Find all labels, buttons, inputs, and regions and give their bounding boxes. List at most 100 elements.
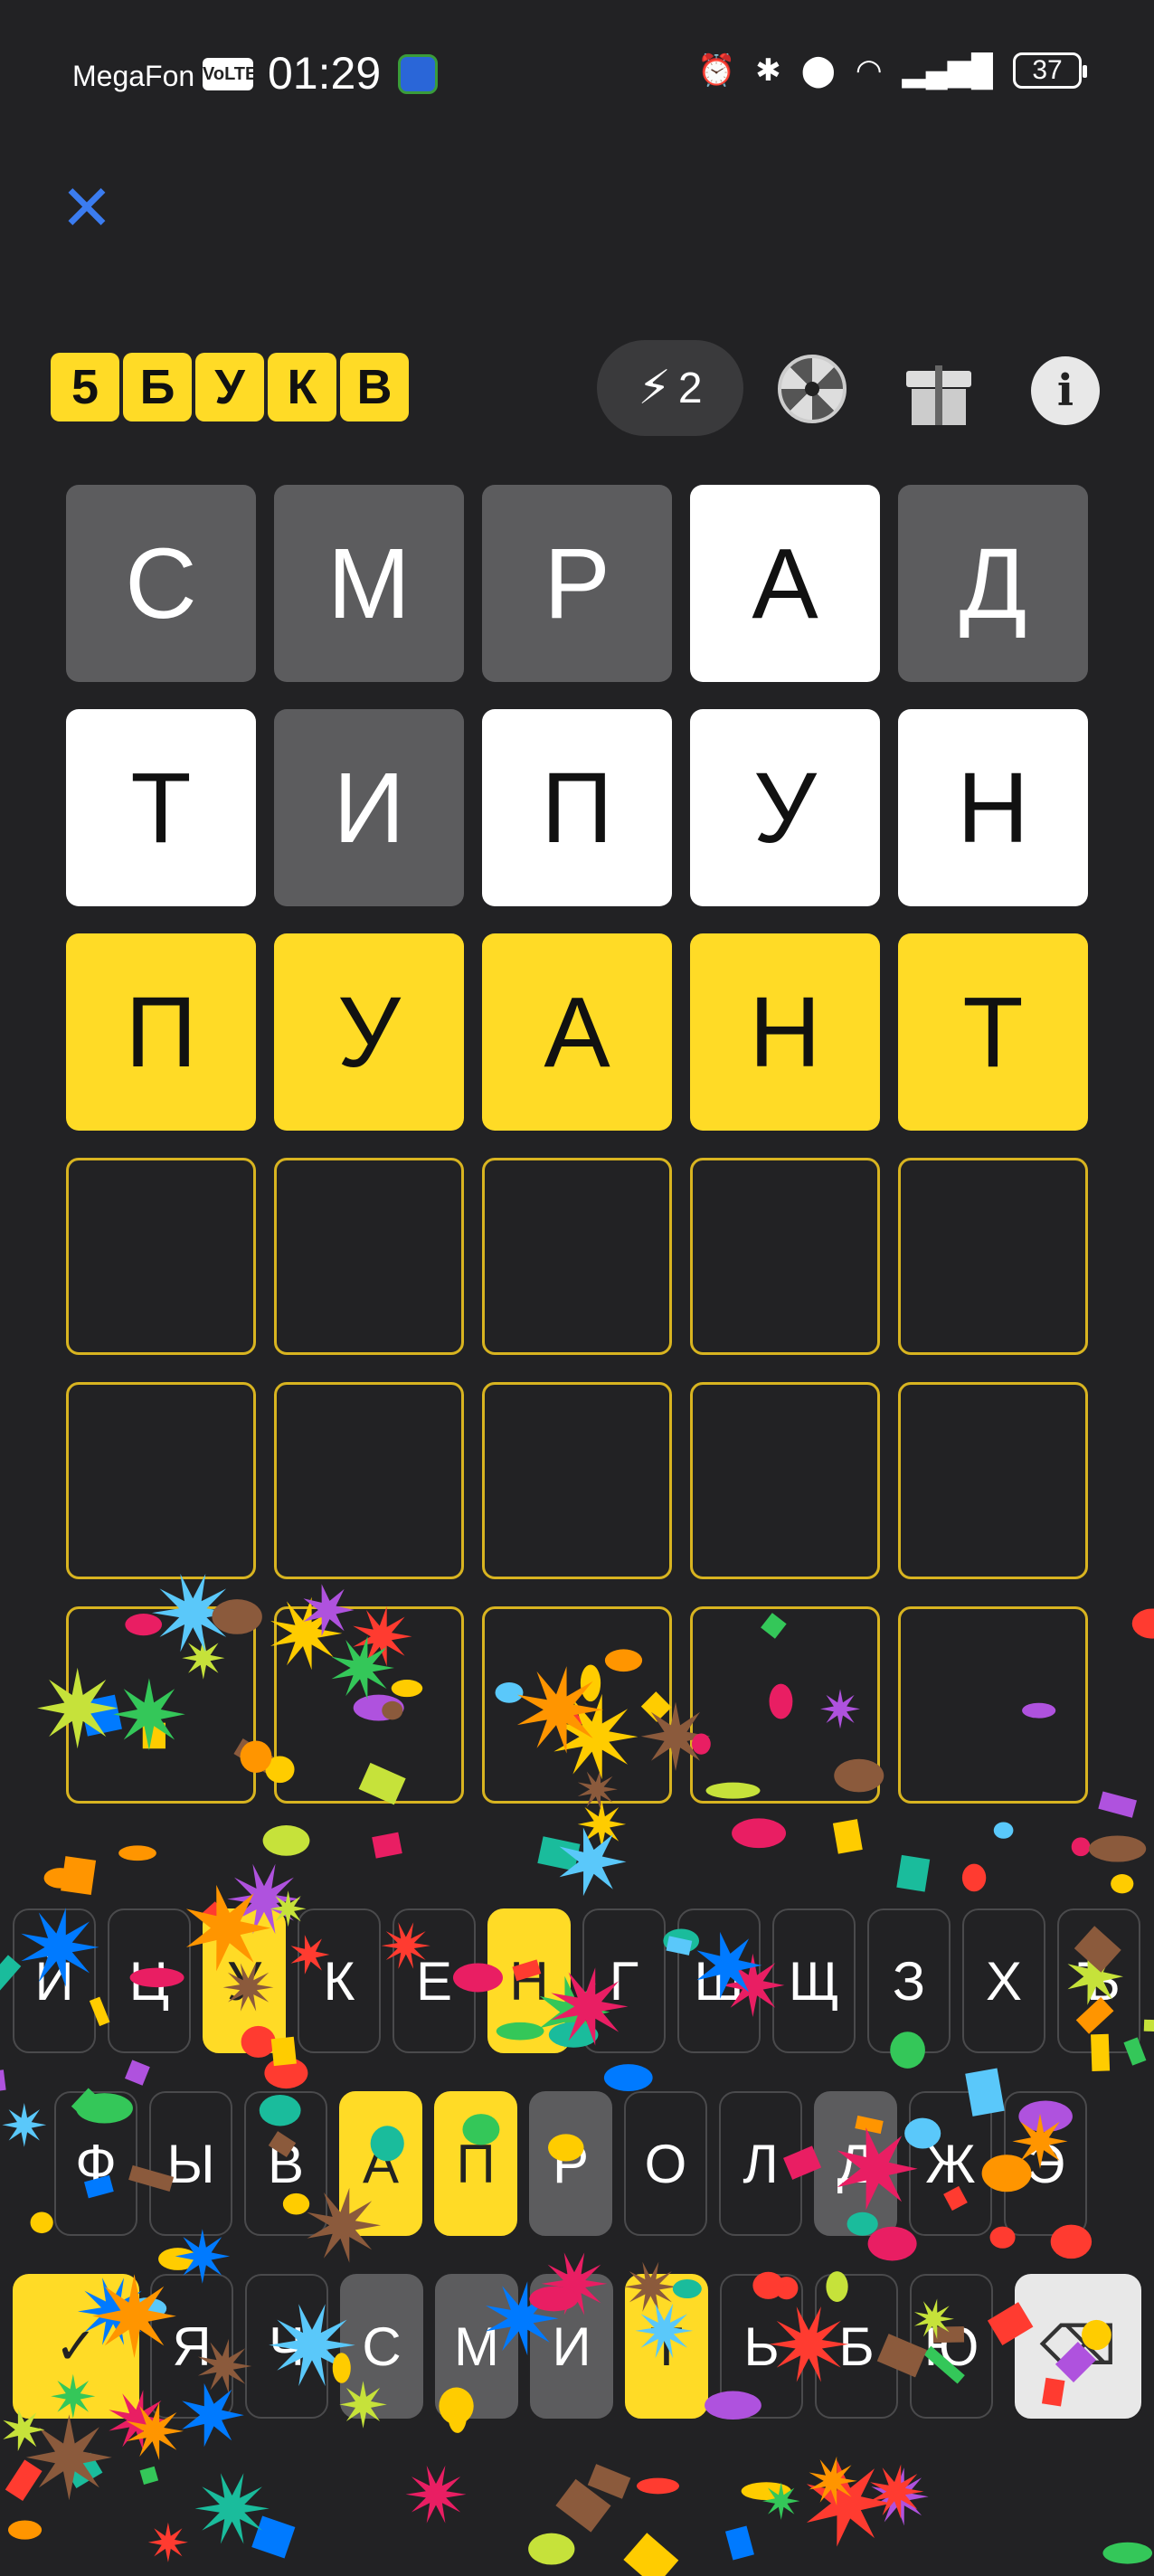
board-tile: А [690,485,880,682]
board-tile: Т [898,933,1088,1131]
confetti-piece [762,2482,800,2520]
confetti-piece [125,2060,150,2086]
gift-icon[interactable] [906,353,971,425]
board-tile [274,1606,464,1804]
key-Д[interactable]: Д [814,2091,897,2236]
confetti-piece [1131,1608,1154,1639]
board-tile [690,1158,880,1355]
energy-count: 2 [677,364,703,412]
board-tile: Р [482,485,672,682]
confetti-piece [139,2466,159,2486]
key-Ц[interactable]: Ц [108,1908,191,2053]
board-tile: Т [66,709,256,906]
keyboard-row: ЙЦУКЕНГШЩЗХЪ [0,1908,1154,2053]
confetti-piece [528,2533,575,2565]
board-tile [690,1606,880,1804]
status-icons: ⏰ ✱ ⬤ ◠ ▂▄▆█ 37 [696,52,1087,89]
key-Ь[interactable]: Ь [720,2274,803,2419]
board-tile: М [274,485,464,682]
logo-letter: В [340,353,409,421]
board-tile [66,1158,256,1355]
confetti-piece [1098,1791,1137,1818]
confetti-piece [537,1836,581,1871]
key-С[interactable]: С [340,2274,423,2419]
board-tile: Н [898,709,1088,906]
location-icon: ⬤ [800,53,836,88]
submit-button[interactable]: ✓ [13,2274,139,2419]
key-В[interactable]: В [244,2091,327,2236]
game-board: СМРАДТИПУНПУАНТ [66,485,1088,1831]
confetti-piece [1071,1837,1091,1857]
key-Й[interactable]: Й [13,1908,96,2053]
key-Л[interactable]: Л [719,2091,802,2236]
info-icon[interactable]: i [1031,356,1100,425]
confetti-piece [251,2515,296,2559]
board-tile [482,1158,672,1355]
status-bar: MegaFon VoLTE 01:29 ⏰ ✱ ⬤ ◠ ▂▄▆█ 37 [0,36,1154,109]
key-И[interactable]: И [530,2274,613,2419]
keyboard-row: Я Ч С М И Т Ь Б Ю ✓ ⌫ [0,2274,1154,2419]
bluetooth-icon: ✱ [755,53,781,88]
alarm-icon: ⏰ [696,53,736,88]
board-tile [66,1606,256,1804]
key-К[interactable]: К [298,1908,381,2053]
key-З[interactable]: З [867,1908,951,2053]
key-Р[interactable]: Р [529,2091,612,2236]
board-tile [482,1606,672,1804]
key-Ф[interactable]: Ф [54,2091,137,2236]
board-tile: П [482,709,672,906]
wifi-icon: ◠ [855,53,883,88]
board-tile: Н [690,933,880,1131]
keyboard-row: ФЫВАПРОЛДЖЭ [0,2091,1154,2236]
confetti-piece [559,1827,627,1897]
key-Г[interactable]: Г [582,1908,666,2053]
confetti-piece [1111,1874,1134,1894]
confetti-piece [118,1845,156,1861]
key-Н[interactable]: Н [487,1908,571,2053]
confetti-piece [64,2452,103,2489]
confetti-piece [5,2459,43,2502]
key-П[interactable]: П [434,2091,517,2236]
confetti-piece [809,2456,857,2506]
confetti-piece [264,2057,308,2089]
energy-button[interactable]: ⚡ 2 [597,340,743,436]
status-time: 01:29 [268,48,382,99]
key-Ю[interactable]: Ю [910,2274,993,2419]
close-icon[interactable]: ✕ [60,176,114,240]
confetti-piece [372,1832,402,1859]
key-Щ[interactable]: Щ [772,1908,856,2053]
board-tile [274,1382,464,1579]
backspace-icon[interactable]: ⌫ [1015,2274,1141,2419]
key-Э[interactable]: Э [1004,2091,1087,2236]
key-М[interactable]: М [435,2274,518,2419]
board-tile [274,1158,464,1355]
key-Ъ[interactable]: Ъ [1057,1908,1140,2053]
key-Е[interactable]: Е [393,1908,476,2053]
key-Б[interactable]: Б [815,2274,898,2419]
confetti-piece [806,2459,892,2547]
key-Ж[interactable]: Ж [909,2091,992,2236]
confetti-piece [1102,2542,1153,2564]
confetti-piece [636,2477,680,2495]
confetti-piece [587,2464,631,2499]
key-О[interactable]: О [624,2091,707,2236]
key-Х[interactable]: Х [962,1908,1045,2053]
key-Т[interactable]: Т [625,2274,708,2419]
signal-icon: ▂▄▆█ [902,53,993,88]
key-Ч[interactable]: Ч [245,2274,328,2419]
key-Ш[interactable]: Ш [677,1908,761,2053]
confetti-piece [405,2465,467,2524]
board-tile: Д [898,485,1088,682]
confetti-piece [158,2248,198,2270]
volte-badge: VoLTE [203,58,257,90]
app-notification-icon [398,54,438,94]
key-А[interactable]: А [339,2091,422,2236]
key-Я[interactable]: Я [150,2274,233,2419]
board-row: СМРАД [66,485,1088,682]
key-Ы[interactable]: Ы [149,2091,232,2236]
confetti-piece [896,1854,931,1892]
board-tile [66,1382,256,1579]
fortune-wheel-icon[interactable] [778,355,847,423]
lightning-icon: ⚡ [638,362,671,414]
key-У[interactable]: У [203,1908,286,2053]
